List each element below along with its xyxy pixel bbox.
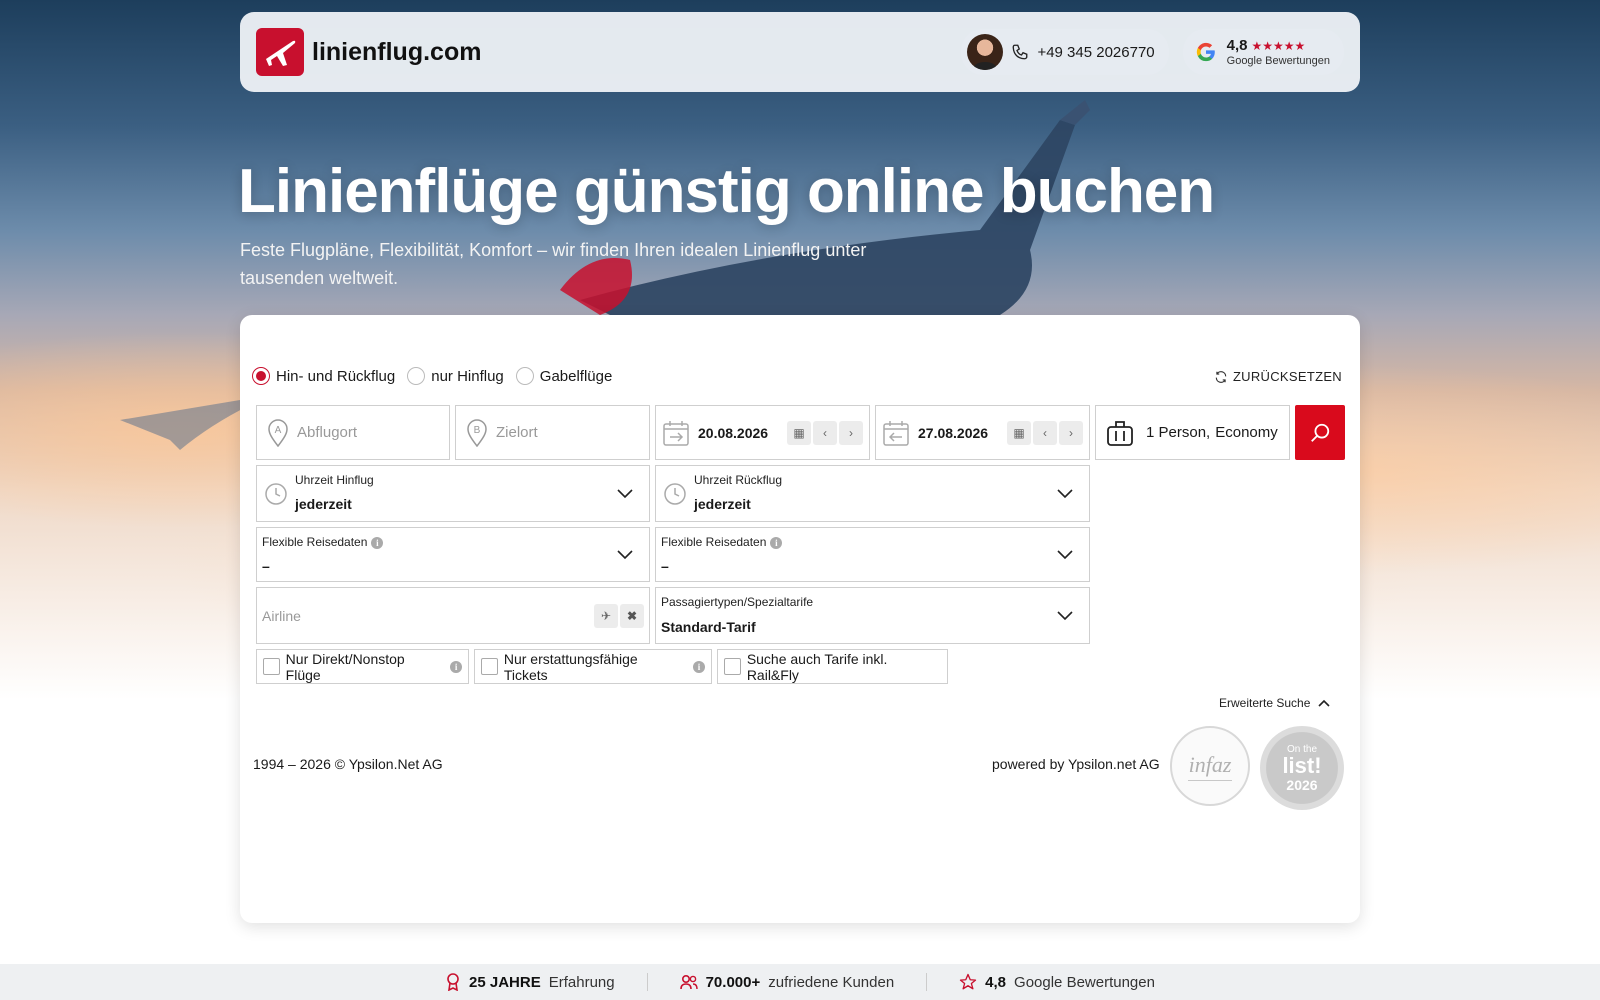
info-icon[interactable]: i <box>770 537 783 549</box>
trip-type-selector: Hin- und Rückflug nur Hinflug Gabelflüge <box>252 367 612 385</box>
powered-by-text: powered by Ypsilon.net AG <box>992 756 1160 772</box>
rating-stars-icon: ★★★★★ <box>1251 39 1306 53</box>
airline-input[interactable]: Airline ✈ ✖ <box>256 587 650 644</box>
trip-type-roundtrip[interactable]: Hin- und Rückflug <box>252 367 395 385</box>
refresh-icon <box>1215 370 1227 383</box>
passenger-cabin-select[interactable]: 1 Person, Economy <box>1095 405 1290 460</box>
nonstop-checkbox[interactable]: Nur Direkt/Nonstop Flüge i <box>256 649 469 684</box>
return-date-input[interactable]: 27.08.2026 ▦ ‹ › <box>875 405 1090 460</box>
logo-icon[interactable] <box>256 28 304 76</box>
calendar-depart-icon <box>663 420 689 446</box>
destination-input[interactable]: B Zielort <box>455 405 650 460</box>
chevron-down-icon <box>1057 610 1073 620</box>
railfly-checkbox[interactable]: Suche auch Tarife inkl. Rail&Fly <box>717 649 948 684</box>
cabin-class: Economy <box>1215 424 1278 441</box>
depart-next-day-button[interactable]: › <box>839 420 863 445</box>
depart-prev-day-button[interactable]: ‹ <box>813 420 837 445</box>
phone-contact[interactable]: +49 345 2026770 <box>961 29 1169 75</box>
luggage-icon <box>1107 420 1133 446</box>
reset-button[interactable]: ZURÜCKSETZEN <box>1214 369 1342 384</box>
rating-value: 4,8 <box>1226 37 1248 54</box>
phone-icon <box>1013 44 1028 60</box>
stat-experience: 25 JAHRE Erfahrung <box>413 973 647 991</box>
chevron-down-icon <box>617 549 633 559</box>
google-rating[interactable]: 4,8 ★★★★★ Google Bewertungen <box>1182 29 1344 75</box>
return-next-day-button[interactable]: › <box>1059 420 1083 445</box>
stat-customers: 70.000+ zufriedene Kunden <box>648 974 927 991</box>
time-return-select[interactable]: Uhrzeit Rückflug jederzeit <box>655 465 1090 522</box>
rating-label: Google Bewertungen <box>1226 55 1330 67</box>
chevron-down-icon <box>617 488 633 498</box>
advanced-search-toggle[interactable]: Erweiterte Suche <box>1219 696 1330 710</box>
flex-dates-return-select[interactable]: Flexible Reisedaten i – <box>655 527 1090 582</box>
chevron-down-icon <box>1057 488 1073 498</box>
trip-type-oneway[interactable]: nur Hinflug <box>407 367 504 385</box>
clock-icon <box>265 483 287 505</box>
clock-icon <box>664 483 686 505</box>
clear-airline-icon[interactable]: ✖ <box>620 603 644 628</box>
stat-rating: 4,8 Google Bewertungen <box>927 973 1187 991</box>
search-button[interactable] <box>1295 405 1345 460</box>
location-b-icon: B <box>467 418 487 447</box>
site-header: linienflug.com +49 345 2026770 4,8 ★★★★★ … <box>240 12 1360 92</box>
location-a-icon: A <box>268 418 288 447</box>
flex-dates-outbound-select[interactable]: Flexible Reisedaten i – <box>256 527 650 582</box>
return-prev-day-button[interactable]: ‹ <box>1033 420 1057 445</box>
logo-text[interactable]: linienflug.com <box>312 38 481 67</box>
star-icon <box>959 973 977 990</box>
calendar-return-icon <box>883 420 909 446</box>
airplane-illustration-small <box>120 400 250 450</box>
on-the-list-seal: On the list! 2026 <box>1260 726 1344 810</box>
chevron-down-icon <box>1057 549 1073 559</box>
chevron-up-icon <box>1318 699 1330 707</box>
phone-number[interactable]: +49 345 2026770 <box>1037 44 1154 61</box>
passenger-count: 1 Person, <box>1146 424 1211 441</box>
info-icon[interactable]: i <box>450 660 462 673</box>
passenger-type-select[interactable]: Passagiertypen/Spezialtarife Standard-Ta… <box>655 587 1090 644</box>
info-icon[interactable]: i <box>371 537 384 549</box>
award-icon <box>447 973 459 991</box>
infaz-seal: infaz <box>1170 726 1250 806</box>
copyright-text: 1994 – 2026 © Ypsilon.Net AG <box>253 756 443 772</box>
return-calendar-button[interactable]: ▦ <box>1007 420 1031 445</box>
users-icon <box>679 974 698 990</box>
depart-calendar-button[interactable]: ▦ <box>787 420 811 445</box>
page-title: Linienflüge günstig online buchen <box>238 157 1215 226</box>
agent-avatar <box>967 34 1004 70</box>
info-icon[interactable]: i <box>693 660 705 673</box>
svg-text:A: A <box>275 425 282 436</box>
page-subtitle: Feste Flugpläne, Flexibilität, Komfort –… <box>240 240 867 288</box>
trust-stats-bar: 25 JAHRE Erfahrung 70.000+ zufriedene Kund… <box>0 964 1600 1000</box>
origin-input[interactable]: A Abflugort <box>256 405 450 460</box>
refundable-checkbox[interactable]: Nur erstattungsfähige Tickets i <box>474 649 712 684</box>
airline-plane-icon[interactable]: ✈ <box>594 603 618 628</box>
google-icon <box>1196 42 1215 62</box>
trip-type-multicity[interactable]: Gabelflüge <box>515 367 612 385</box>
time-outbound-select[interactable]: Uhrzeit Hinflug jederzeit <box>256 465 650 522</box>
svg-text:B: B <box>474 425 481 436</box>
depart-date-input[interactable]: 20.08.2026 ▦ ‹ › <box>655 405 870 460</box>
search-icon <box>1311 423 1330 442</box>
